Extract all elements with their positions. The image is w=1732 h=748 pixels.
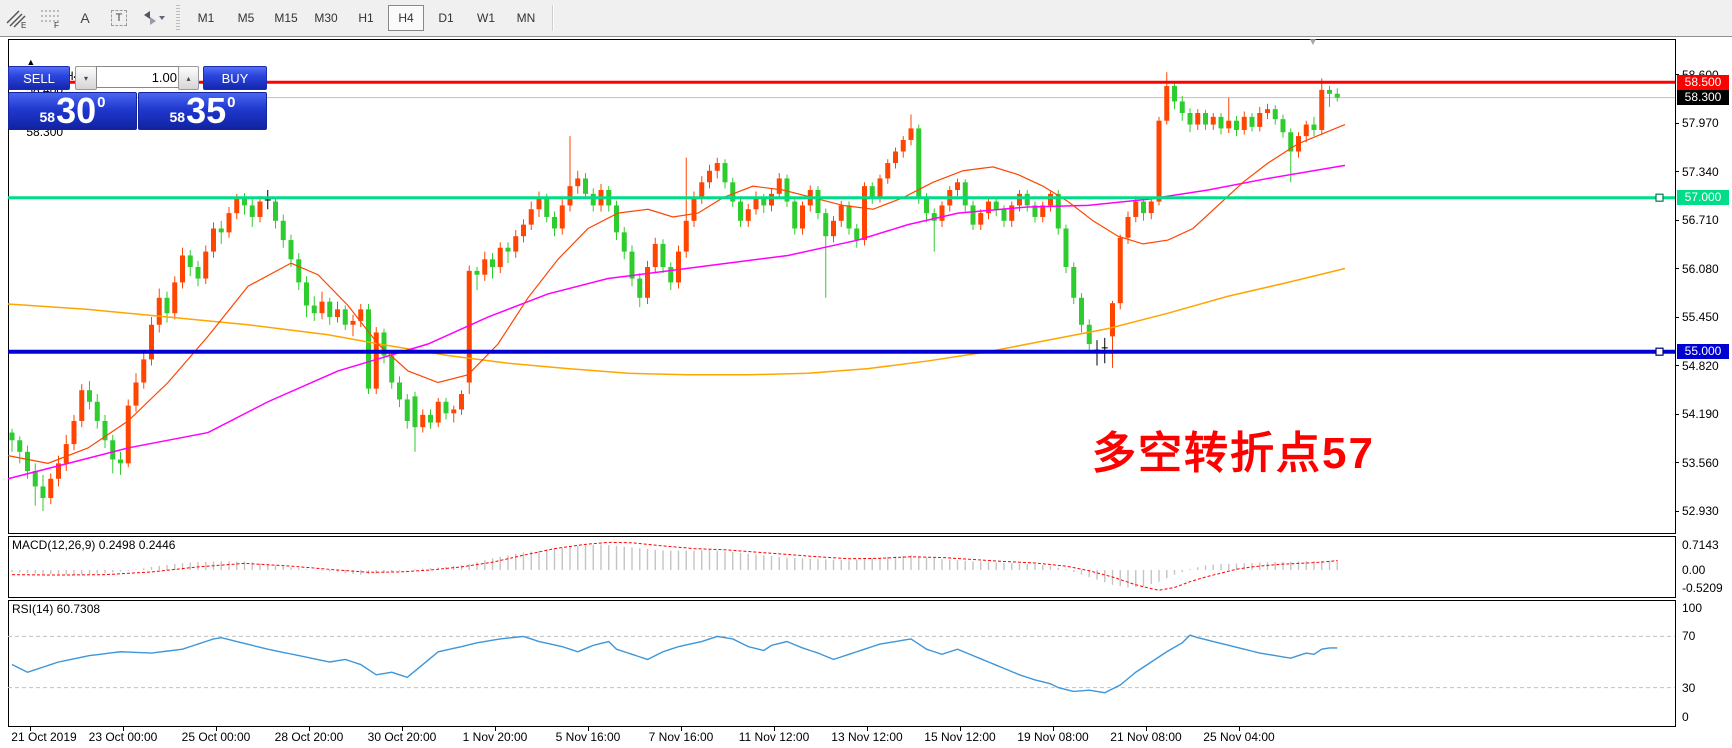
sell-button[interactable]: SELL [8, 66, 70, 90]
price-axis-label: 53.560 [1682, 456, 1719, 470]
price-axis-tick [1675, 462, 1679, 463]
volume-input[interactable]: 1.00 [96, 66, 184, 88]
sell-price-prefix: 58 [40, 110, 56, 124]
rsi-axis-label: 30 [1682, 681, 1695, 695]
macd-axis-label: -0.5209 [1682, 581, 1723, 595]
sell-price-main: 30 [56, 96, 96, 127]
price-axis-label: 54.190 [1682, 407, 1719, 421]
price-axis-tick [1675, 171, 1679, 172]
buy-price-sup: 0 [227, 95, 235, 110]
chart-annotation-text[interactable]: 多空转折点57 [1092, 417, 1375, 481]
mt4-window: E F A T M1M5M15M30H1H4D1W1MN [0, 0, 1732, 748]
price-axis-tick [1675, 268, 1679, 269]
time-axis-label: 21 Oct 2019 [2, 730, 86, 744]
price-axis-label: 55.450 [1682, 310, 1719, 324]
price-axis-tick [1675, 220, 1679, 221]
chart-shift-marker-icon[interactable]: ▼ [1308, 37, 1318, 48]
price-axis-tick [1675, 414, 1679, 415]
time-axis-label: 19 Nov 08:00 [1011, 730, 1095, 744]
price-badge-58.500: 58.500 [1677, 75, 1729, 90]
time-axis-label: 21 Nov 08:00 [1104, 730, 1188, 744]
price-badge-55.000: 55.000 [1677, 344, 1729, 359]
sell-price-tile[interactable]: 58 30 0 [8, 92, 137, 130]
macd-axis-label: 0.00 [1682, 563, 1705, 577]
price-axis-label: 57.340 [1682, 165, 1719, 179]
time-axis-label: 28 Oct 20:00 [267, 730, 351, 744]
time-axis-label: 25 Oct 00:00 [174, 730, 258, 744]
price-axis-label: 52.930 [1682, 504, 1719, 518]
price-axis-label: 54.820 [1682, 359, 1719, 373]
price-badge-58.300: 58.300 [1677, 90, 1729, 105]
buy-price-tile[interactable]: 58 35 0 [138, 92, 267, 130]
time-axis-label: 25 Nov 04:00 [1197, 730, 1281, 744]
trade-panel: SELL ▾ 1.00 ▴ BUY 58 30 0 58 35 0 [8, 62, 265, 126]
price-axis-tick [1675, 123, 1679, 124]
time-axis-label: 5 Nov 16:00 [546, 730, 630, 744]
price-axis-label: 57.970 [1682, 116, 1719, 130]
price-axis-tick [1675, 365, 1679, 366]
time-axis-label: 15 Nov 12:00 [918, 730, 1002, 744]
rsi-axis-label: 100 [1682, 601, 1702, 615]
price-axis-label: 56.080 [1682, 262, 1719, 276]
time-axis-label: 7 Nov 16:00 [639, 730, 723, 744]
time-axis-label: 23 Oct 00:00 [81, 730, 165, 744]
buy-price-main: 35 [186, 96, 226, 127]
volume-increase-button[interactable]: ▴ [178, 66, 199, 90]
price-axis-tick [1675, 511, 1679, 512]
time-axis-label: 13 Nov 12:00 [825, 730, 909, 744]
time-axis-label: 11 Nov 12:00 [732, 730, 816, 744]
price-axis-tick [1675, 317, 1679, 318]
sell-price-sup: 0 [97, 95, 105, 110]
volume-decrease-button[interactable]: ▾ [75, 66, 97, 90]
buy-button[interactable]: BUY [203, 66, 267, 90]
rsi-label: RSI(14) 60.7308 [12, 602, 100, 616]
price-axis-label: 56.710 [1682, 213, 1719, 227]
rsi-axis-label: 70 [1682, 629, 1695, 643]
time-axis-label: 30 Oct 20:00 [360, 730, 444, 744]
macd-label: MACD(12,26,9) 0.2498 0.2446 [12, 538, 175, 552]
macd-axis-label: 0.7143 [1682, 538, 1719, 552]
time-axis-label: 1 Nov 20:00 [453, 730, 537, 744]
price-badge-57.000: 57.000 [1677, 190, 1729, 205]
buy-price-prefix: 58 [170, 110, 186, 124]
rsi-axis-label: 0 [1682, 710, 1689, 724]
